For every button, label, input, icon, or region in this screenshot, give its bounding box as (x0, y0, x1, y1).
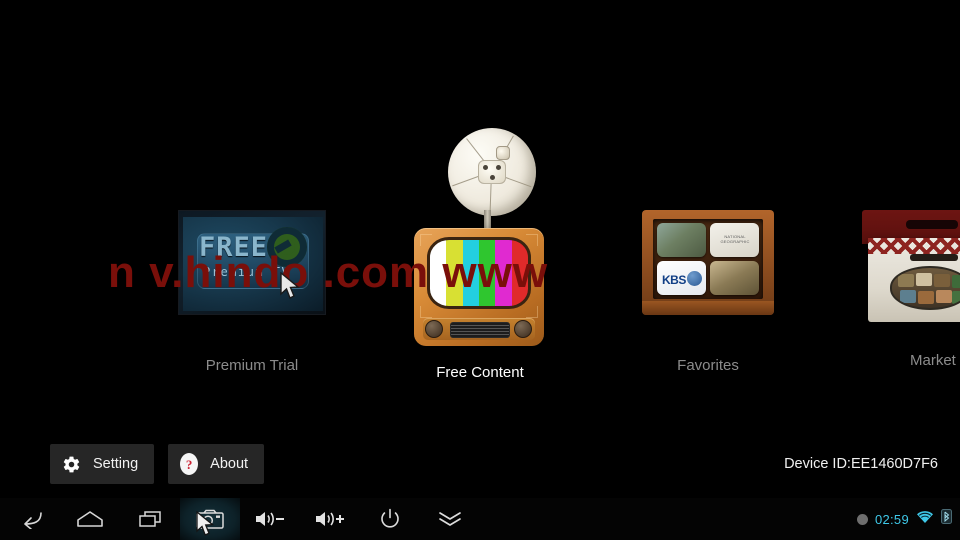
carousel-label-market: Market (910, 352, 956, 369)
nav-volume-down-button[interactable] (240, 498, 300, 540)
power-icon (379, 508, 401, 530)
nav-button-group (0, 498, 480, 540)
favorite-tile-3-label: KBS (662, 273, 686, 287)
app-carousel: FREE Premium TV Premium Trial Free Conte… (0, 110, 960, 410)
volume-down-icon (254, 509, 286, 529)
retro-tv-icon (414, 228, 544, 346)
nav-collapse-button[interactable] (420, 498, 480, 540)
tv-color-bar-3 (462, 240, 479, 306)
back-arrow-icon (17, 509, 43, 529)
nav-back-button[interactable] (0, 498, 60, 540)
nav-home-button[interactable] (60, 498, 120, 540)
favorite-tile-2: NATIONAL GEOGRAPHIC (710, 223, 759, 257)
tv-color-bars (427, 237, 531, 309)
setting-button-label: Setting (93, 456, 139, 472)
nav-volume-up-button[interactable] (300, 498, 360, 540)
satellite-dish-icon (448, 128, 536, 216)
nav-recents-button[interactable] (120, 498, 180, 540)
status-bar: 02:59 (856, 498, 952, 540)
carousel-item-premium-trial[interactable]: FREE Premium TV Premium Trial (172, 210, 332, 374)
status-dot-icon (856, 513, 868, 525)
carousel-item-free-content[interactable]: Free Content (400, 110, 560, 381)
tv-color-bar-5 (495, 240, 512, 306)
carousel-item-favorites[interactable]: NATIONAL GEOGRAPHIC KBS Favorites (628, 210, 788, 374)
about-button[interactable]: ? About (168, 444, 265, 484)
tv-color-bar-1 (430, 240, 447, 306)
launcher-screen: n v.hindo .com www FREE Premium TV Premi… (0, 0, 960, 540)
home-icon (76, 509, 104, 529)
tv-knob-left-icon (425, 320, 443, 338)
tv-speaker-grill (450, 322, 510, 338)
kbs-logo-icon (687, 271, 702, 286)
tv-color-bar-2 (446, 240, 463, 306)
tv-color-bar-6 (511, 240, 528, 306)
market-artwork (862, 210, 960, 322)
tv-knob-right-icon (514, 320, 532, 338)
shopping-bag-icon (862, 210, 960, 322)
mouse-cursor-navbar-icon (196, 510, 216, 540)
carousel-label-favorites: Favorites (677, 357, 739, 374)
favorites-artwork: NATIONAL GEOGRAPHIC KBS (628, 210, 788, 315)
favorite-tile-1 (657, 223, 706, 257)
carousel-label-free-content: Free Content (436, 364, 524, 381)
double-chevron-down-icon (437, 509, 463, 529)
carousel-item-market[interactable]: Market (862, 210, 960, 369)
recent-apps-icon (137, 509, 163, 529)
favorite-tile-3: KBS (657, 261, 706, 295)
bluetooth-icon (941, 509, 952, 529)
premium-trial-artwork: FREE Premium TV (172, 210, 332, 315)
system-navigation-bar: 02:59 (0, 498, 960, 540)
device-id-text: Device ID:EE1460D7F6 (784, 456, 938, 472)
free-content-artwork (400, 110, 560, 360)
premium-headline: FREE (199, 232, 269, 263)
volume-up-icon (314, 509, 346, 529)
gear-icon (62, 455, 81, 474)
setting-button[interactable]: Setting (50, 444, 155, 484)
favorite-tile-4 (710, 261, 759, 295)
tv-color-bar-4 (478, 240, 496, 306)
clock-text: 02:59 (874, 511, 909, 527)
wifi-icon (916, 510, 934, 529)
premium-subline: Premium TV (203, 265, 291, 279)
carousel-label-premium-trial: Premium Trial (205, 357, 299, 374)
nav-power-button[interactable] (360, 498, 420, 540)
footer-buttons: Setting ? About (50, 444, 265, 484)
about-button-label: About (210, 456, 249, 472)
favorite-tile-2-label: NATIONAL GEOGRAPHIC (720, 234, 750, 244)
question-mark-icon: ? (180, 453, 199, 475)
